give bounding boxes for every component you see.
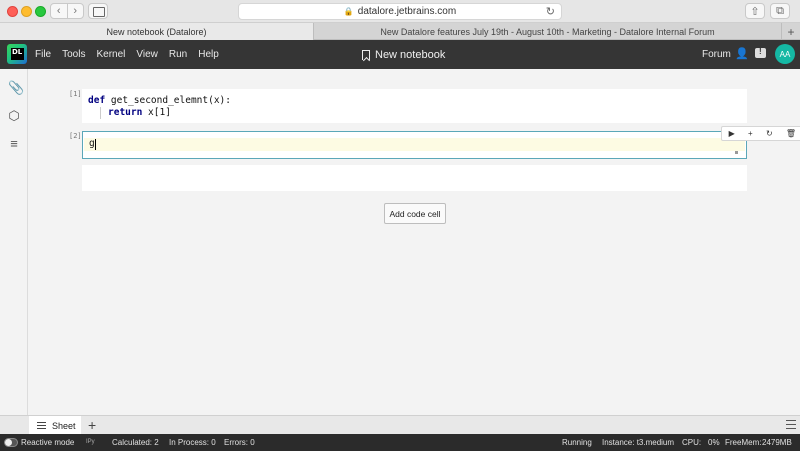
left-toolbar: 📎 ⬡ ≡ (0, 69, 28, 415)
browser-tab-forum[interactable]: New Datalore features July 19th - August… (314, 23, 782, 40)
add-icon[interactable]: + (748, 129, 753, 138)
freemem-value: 2479MB (762, 438, 792, 447)
sheet-tab[interactable]: Sheet (29, 416, 81, 435)
minimize-window-button[interactable] (21, 6, 32, 17)
tab-label: New notebook (Datalore) (106, 26, 207, 37)
app-header: File Tools Kernel View Run Help New note… (0, 40, 800, 69)
cell-toolbar: ▶ + ↻ 🗑 ⋯ (721, 126, 800, 141)
code-line: def get_second_elemnt(x): (88, 95, 231, 107)
code-keyword: return (108, 107, 143, 118)
avatar[interactable]: AA (775, 44, 795, 64)
code-text: x[1] (142, 107, 171, 118)
outline-icon[interactable]: ≡ (8, 137, 20, 151)
cell-execution-number: [2] (69, 132, 82, 140)
new-tab-icon[interactable]: + (782, 23, 800, 40)
in-process-count: In Process: 0 (169, 438, 216, 447)
indent-guide (100, 107, 101, 119)
refresh-icon[interactable]: ↻ (766, 129, 773, 138)
code-cell-active[interactable]: g ▶ + ↻ 🗑 ⋯ (82, 126, 800, 159)
history-nav: ‹ › (50, 3, 84, 19)
reactive-mode-label: Reactive mode (21, 438, 75, 447)
menu-file[interactable]: File (35, 49, 51, 60)
status-bar: Reactive mode IPy Calculated: 2 In Proce… (0, 434, 800, 451)
tab-label: New Datalore features July 19th - August… (380, 26, 715, 37)
run-icon[interactable]: ▶ (729, 129, 735, 138)
notebook-title[interactable]: New notebook (362, 40, 445, 69)
sheet-bar: Sheet + (0, 415, 800, 435)
kernel-label: IPy (86, 439, 95, 445)
menu-tools[interactable]: Tools (62, 49, 85, 60)
calculated-count: Calculated: 2 (112, 438, 159, 447)
address-bar[interactable]: 🔒 datalore.jetbrains.com ↻ (238, 3, 562, 20)
notebook-title-text: New notebook (375, 48, 446, 61)
zoom-window-button[interactable] (35, 6, 46, 17)
code-text: get_second_elemnt(x): (105, 95, 232, 106)
reload-icon[interactable]: ↻ (546, 5, 555, 18)
share-page-icon[interactable]: ⇧ (745, 3, 765, 19)
add-code-cell-button[interactable]: Add code cell (384, 203, 446, 224)
cell-execution-number: [1] (69, 90, 82, 98)
code-line: return x[1] (108, 107, 171, 119)
sheet-tab-label: Sheet (52, 420, 76, 431)
add-user-icon[interactable]: 👤 (735, 48, 749, 60)
attachment-icon[interactable]: 📎 (8, 81, 24, 95)
resize-handle[interactable] (735, 151, 738, 154)
tab-overview-icon[interactable]: ⧉ (770, 3, 790, 19)
kernel-state: Running (562, 438, 592, 447)
instance-type[interactable]: Instance: t3.medium (602, 434, 674, 451)
code-keyword: def (88, 95, 106, 106)
menu-run[interactable]: Run (169, 49, 187, 60)
main-menu: File Tools Kernel View Run Help (35, 40, 219, 69)
add-sheet-icon[interactable]: + (88, 417, 96, 433)
package-icon[interactable]: ⬡ (8, 109, 20, 123)
menu-help[interactable]: Help (198, 49, 219, 60)
sidebar-toggle-icon[interactable] (88, 3, 108, 19)
datalore-logo[interactable] (7, 44, 27, 64)
cpu-label: CPU: (682, 438, 702, 447)
freemem-label: FreeMem: (725, 438, 762, 447)
code-input[interactable]: g (89, 138, 95, 150)
menu-view[interactable]: View (136, 49, 158, 60)
menu-kernel[interactable]: Kernel (96, 49, 125, 60)
reactive-mode-toggle[interactable] (4, 438, 18, 447)
notebook-workspace: [1] def get_second_elemnt(x): return x[1… (29, 69, 800, 415)
text-cursor (95, 139, 96, 150)
code-cell[interactable]: def get_second_elemnt(x): return x[1] (82, 89, 747, 123)
forward-icon[interactable]: › (68, 4, 84, 18)
lock-icon: 🔒 (343, 7, 354, 16)
sheet-menu-icon[interactable] (786, 420, 796, 429)
forum-link[interactable]: Forum (702, 40, 731, 69)
bookmark-icon (362, 49, 370, 60)
current-line-highlight (84, 138, 745, 151)
back-icon[interactable]: ‹ (51, 4, 68, 18)
close-window-button[interactable] (7, 6, 18, 17)
browser-tabbar: New notebook (Datalore) New Datalore fea… (0, 23, 800, 40)
cell-output-area (82, 165, 747, 191)
errors-count: Errors: 0 (224, 438, 255, 447)
delete-icon[interactable]: 🗑 (786, 129, 796, 138)
browser-tab-notebook[interactable]: New notebook (Datalore) (0, 23, 314, 40)
cpu-value: 0% (708, 438, 720, 447)
url-text: datalore.jetbrains.com (357, 6, 457, 17)
sheet-list-icon (37, 422, 46, 429)
browser-titlebar: ‹ › 🔒 datalore.jetbrains.com ↻ ⇧ ⧉ (0, 0, 800, 23)
feedback-icon[interactable] (755, 47, 766, 58)
